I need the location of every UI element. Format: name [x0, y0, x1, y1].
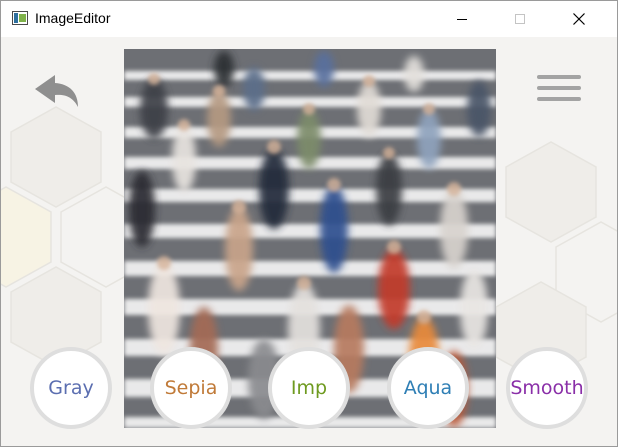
undo-arrow-icon[interactable]	[33, 73, 85, 111]
title-bar[interactable]: ImageEditor	[1, 1, 617, 37]
filter-imp-label: Imp	[290, 377, 328, 399]
window-title: ImageEditor	[35, 10, 111, 26]
filter-imp-button[interactable]: Imp	[268, 347, 350, 429]
close-icon	[573, 13, 585, 25]
filter-sepia-label: Sepia	[164, 377, 218, 399]
filter-aqua-label: Aqua	[403, 377, 453, 399]
hamburger-menu-icon[interactable]	[537, 75, 581, 109]
menu-line	[537, 75, 581, 79]
filter-gray-button[interactable]: Gray	[30, 347, 112, 429]
app-window: ImageEditor Gray Sepia Imp Aqua Smooth	[0, 0, 618, 447]
menu-line	[537, 97, 581, 101]
maximize-button[interactable]	[497, 1, 543, 37]
editor-canvas: Gray Sepia Imp Aqua Smooth	[1, 37, 617, 446]
close-button[interactable]	[556, 1, 602, 37]
app-icon	[12, 11, 28, 25]
filter-smooth-button[interactable]: Smooth	[506, 347, 588, 429]
filter-aqua-button[interactable]: Aqua	[387, 347, 469, 429]
minimize-icon	[457, 18, 467, 20]
filter-gray-label: Gray	[48, 377, 94, 399]
filter-smooth-label: Smooth	[510, 377, 584, 399]
menu-line	[537, 86, 581, 90]
minimize-button[interactable]	[439, 1, 485, 37]
maximize-icon	[515, 14, 525, 24]
filter-sepia-button[interactable]: Sepia	[150, 347, 232, 429]
